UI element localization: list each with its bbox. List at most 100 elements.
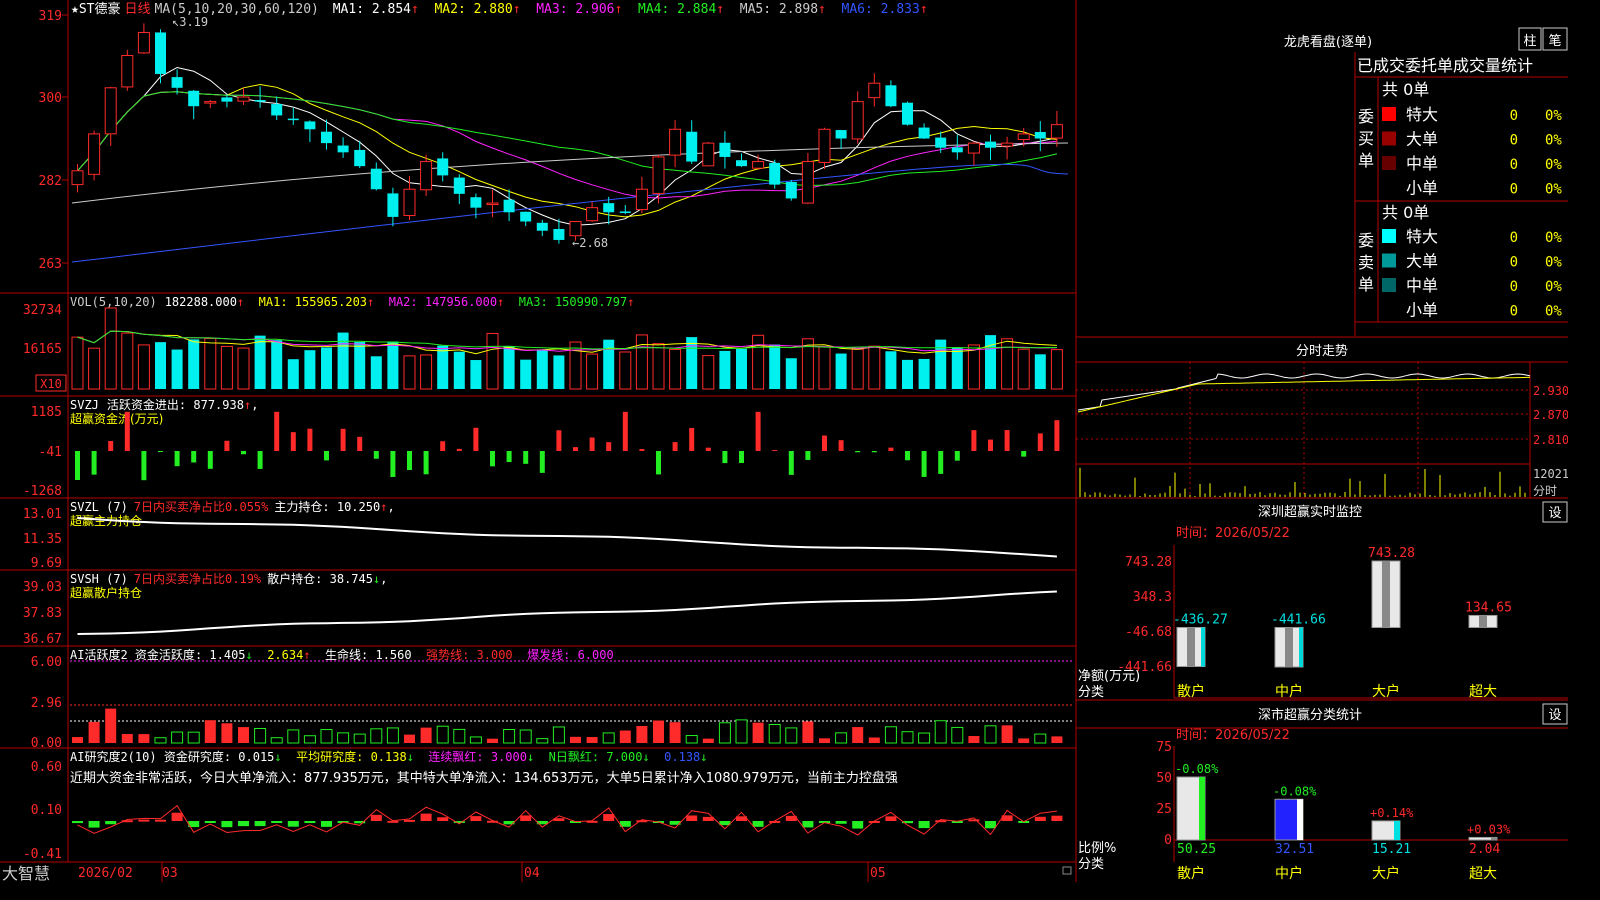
dragon-title: 龙虎看盘(逐单)	[1284, 34, 1372, 50]
class-bar-change: -0.08%	[1175, 762, 1219, 776]
vol-bar	[304, 350, 316, 389]
svzj-bar	[705, 447, 711, 451]
candle-body	[967, 142, 980, 154]
ai-active-bar	[404, 734, 415, 743]
class-bar-change: +0.14%	[1370, 806, 1414, 820]
svzl-label1: 7日内买卖净占比0.055%	[134, 499, 269, 514]
ai-research-bar	[437, 817, 449, 821]
ma-line	[71, 163, 1069, 263]
ai-active-bar	[934, 720, 947, 744]
candle-body	[719, 142, 731, 157]
bar-mode-button[interactable]: 柱	[1518, 27, 1542, 51]
svzj-bars	[75, 411, 1060, 481]
sz-class-settings-button[interactable]: 设	[1542, 703, 1568, 725]
candle-body	[403, 188, 416, 217]
svzj-bar	[257, 451, 263, 469]
sz-class-axis-caption: 比例%	[1078, 841, 1116, 856]
ai-active-bar	[88, 721, 100, 743]
sz-monitor-tick: 348.3	[1133, 590, 1172, 605]
svzj-bar	[954, 451, 960, 461]
vol-bar	[752, 334, 765, 390]
ai-active-bar	[503, 728, 516, 744]
ai-research-bar	[935, 820, 947, 823]
sz-monitor-panel[interactable]: 深圳超赢实时监控 设 时间：2026/05/22 743.28 348.3 -4…	[1078, 501, 1568, 700]
vol-bar	[321, 347, 332, 389]
intraday-tick: 2.870	[1533, 408, 1568, 422]
ai-research-panel[interactable]: AI研究度2(10) 资金研究度: 0.015↓, 平均研究度: 0.138↓,…	[23, 749, 1063, 862]
candle-body	[321, 131, 332, 144]
ai-active-bar	[221, 723, 233, 743]
ai-active-bar	[72, 737, 83, 743]
price-tick: 319	[39, 9, 62, 24]
dragon-panel[interactable]: 龙虎看盘(逐单) 柱 笔 已成交委托单成交量统计 委 买 单 共 0单 特大 0 0…	[1284, 27, 1568, 320]
svzj-panel[interactable]: SVZJ 活跃资金进出: 877.938↑, 超赢资金流(万元) 1185 -41…	[23, 397, 1060, 499]
ai-active-bar	[370, 728, 383, 744]
ai-active-bar	[669, 722, 681, 743]
order-type: 小单	[1406, 179, 1438, 198]
ai-research-bar	[72, 821, 83, 824]
svzj-bar	[407, 451, 412, 471]
ai-research-bar	[985, 821, 996, 829]
ai-research-bar	[171, 812, 183, 821]
ai-research-bar	[138, 819, 150, 822]
ai-active-bar	[785, 727, 798, 744]
intraday-y-axis: 2.930 2.870 2.810	[1533, 384, 1568, 447]
sz-monitor-time: 时间：2026/05/22	[1176, 526, 1290, 541]
buy-side-char: 委	[1358, 107, 1374, 126]
vol-bar	[1017, 348, 1030, 390]
svzj-bar	[224, 440, 230, 451]
candle-body	[287, 118, 299, 121]
sz-monitor-axis-caption: 分类	[1078, 685, 1104, 700]
svg-text:设: 设	[1548, 708, 1561, 723]
ai-active-bar	[918, 732, 931, 744]
ai-active-bar	[254, 727, 267, 744]
price-tick: 263	[39, 257, 62, 272]
monitor-bar-value: 134.65	[1465, 600, 1512, 615]
sz-monitor-y-axis: 743.28 348.3 -46.68 -441.66	[1117, 555, 1172, 675]
sz-monitor-axis-caption: 净额(万元)	[1078, 669, 1140, 684]
svg-text:AI研究度2(10) 资金研究度: 0.015↓: AI研究度2(10) 资金研究度: 0.015↓, 平均研究度: 0.138↓,…	[70, 749, 708, 764]
x-label: 04	[524, 866, 540, 881]
svzj-bar	[855, 451, 861, 453]
vol-bar	[885, 351, 897, 389]
ai-research-bar	[852, 821, 864, 829]
ai-active-bar	[636, 726, 648, 743]
vol-bar	[137, 344, 150, 390]
monitor-bar-edge	[1201, 627, 1205, 667]
vol-value: 182288.000	[165, 295, 237, 309]
svzl-tick: 13.01	[23, 507, 62, 522]
ai-active-bar	[570, 736, 581, 743]
vol-ma: MA3: 150990.797	[519, 295, 627, 309]
ai-research-tick: 0.60	[31, 760, 62, 775]
svzl-panel[interactable]: SVZL (7) 7日内买卖净占比0.055% 主力持仓: 10.250↑, 超赢主…	[23, 499, 1057, 571]
ai-research-bar	[470, 816, 482, 821]
ai-active-bar	[552, 726, 565, 744]
ai-active-panel[interactable]: AI活跃度2 资金活跃度: 1.405↓, 2.634↑, 生命线: 1.560…	[31, 647, 1074, 751]
ai-research-bars	[72, 804, 1063, 836]
pen-mode-button[interactable]: 笔	[1542, 27, 1568, 51]
svsh-panel[interactable]: SVSH (7) 7日内买卖净占比0.19% 散户持仓: 38.745↓, 超赢散户…	[23, 571, 1057, 647]
ai-active-title: AI活跃度2	[70, 647, 128, 662]
price-panel[interactable]: ★ST德豪 日线 MA(5,10,20,30,60,120) MA1: 2.854↑…	[39, 1, 1069, 272]
ai-research-bar	[802, 821, 814, 828]
vol-bar	[702, 355, 715, 390]
ai-research-comment: 近期大资金非常活跃，今日大单净流入：877.935万元，其中特大单净流入：134…	[70, 770, 898, 786]
class-bar	[1371, 820, 1401, 841]
ai-active-bar	[105, 708, 117, 743]
vol-bar	[935, 339, 947, 389]
ai-active-tick: 0.00	[31, 736, 62, 751]
sz-monitor-settings-button[interactable]: 设	[1542, 501, 1568, 523]
sz-class-panel[interactable]: 深市超赢分类统计 设 时间：2026/05/22 75 50 25 0 比例% …	[1078, 703, 1568, 882]
candle-body	[569, 221, 582, 237]
buy-total: 共 0单	[1382, 80, 1429, 99]
class-bar-edge	[1394, 820, 1400, 840]
candle-body	[669, 128, 682, 156]
volume-panel[interactable]: VOL(5,10,20) 182288.000↑, MA1: 155965.203…	[23, 295, 1063, 392]
svzj-bar	[473, 427, 479, 451]
candle-body	[155, 32, 166, 74]
vol-bar	[967, 344, 980, 390]
ai-research-title: AI研究度2(10)	[70, 749, 157, 764]
candle-body	[88, 133, 101, 175]
ai-active-bar	[420, 727, 432, 743]
intraday-panel[interactable]: 分时走势 2.930 2.870 2.810 12021 分时	[1076, 343, 1568, 498]
